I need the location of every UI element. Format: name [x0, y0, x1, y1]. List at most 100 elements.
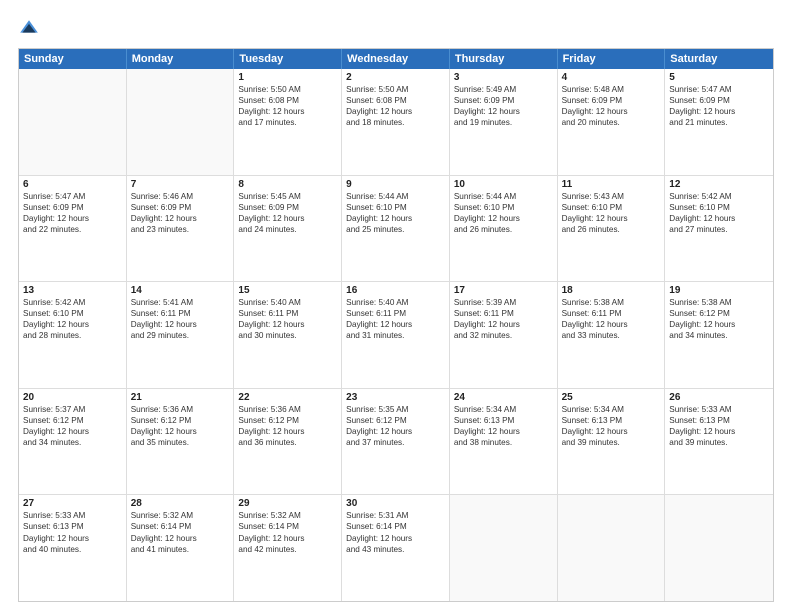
cell-line: Sunset: 6:10 PM	[454, 202, 553, 213]
cell-line: Sunrise: 5:50 AM	[238, 84, 337, 95]
cell-line: Daylight: 12 hours	[562, 319, 661, 330]
cell-line: Sunrise: 5:40 AM	[238, 297, 337, 308]
cell-line: and 27 minutes.	[669, 224, 769, 235]
calendar-cell: 10Sunrise: 5:44 AMSunset: 6:10 PMDayligh…	[450, 176, 558, 282]
cell-line: Sunset: 6:09 PM	[23, 202, 122, 213]
cell-line: and 35 minutes.	[131, 437, 230, 448]
calendar-week-row: 1Sunrise: 5:50 AMSunset: 6:08 PMDaylight…	[19, 69, 773, 176]
cell-line: Daylight: 12 hours	[562, 426, 661, 437]
cal-header-cell: Tuesday	[234, 49, 342, 69]
cell-line: Daylight: 12 hours	[131, 319, 230, 330]
day-number: 16	[346, 285, 445, 296]
cell-line: and 26 minutes.	[454, 224, 553, 235]
cell-line: Sunrise: 5:48 AM	[562, 84, 661, 95]
day-number: 22	[238, 392, 337, 403]
cell-line: Sunrise: 5:46 AM	[131, 191, 230, 202]
cell-line: Sunrise: 5:50 AM	[346, 84, 445, 95]
cell-line: Daylight: 12 hours	[669, 319, 769, 330]
day-number: 14	[131, 285, 230, 296]
calendar-cell: 4Sunrise: 5:48 AMSunset: 6:09 PMDaylight…	[558, 69, 666, 175]
cell-line: Daylight: 12 hours	[23, 213, 122, 224]
day-number: 30	[346, 498, 445, 509]
cell-line: Sunset: 6:12 PM	[238, 415, 337, 426]
day-number: 3	[454, 72, 553, 83]
cell-line: Sunset: 6:11 PM	[454, 308, 553, 319]
cell-line: and 18 minutes.	[346, 117, 445, 128]
cell-line: Sunset: 6:08 PM	[346, 95, 445, 106]
cell-line: Daylight: 12 hours	[238, 319, 337, 330]
calendar: SundayMondayTuesdayWednesdayThursdayFrid…	[18, 48, 774, 602]
cell-line: Daylight: 12 hours	[454, 319, 553, 330]
cell-line: Daylight: 12 hours	[238, 106, 337, 117]
cell-line: and 23 minutes.	[131, 224, 230, 235]
cell-line: Sunrise: 5:42 AM	[669, 191, 769, 202]
cell-line: and 29 minutes.	[131, 330, 230, 341]
day-number: 24	[454, 392, 553, 403]
page: SundayMondayTuesdayWednesdayThursdayFrid…	[0, 0, 792, 612]
cell-line: Sunset: 6:12 PM	[346, 415, 445, 426]
day-number: 8	[238, 179, 337, 190]
cell-line: and 25 minutes.	[346, 224, 445, 235]
cell-line: and 43 minutes.	[346, 544, 445, 555]
calendar-cell: 26Sunrise: 5:33 AMSunset: 6:13 PMDayligh…	[665, 389, 773, 495]
cell-line: Sunset: 6:10 PM	[346, 202, 445, 213]
cell-line: Sunset: 6:09 PM	[238, 202, 337, 213]
cell-line: Sunset: 6:13 PM	[23, 521, 122, 532]
day-number: 26	[669, 392, 769, 403]
cell-line: Sunrise: 5:47 AM	[669, 84, 769, 95]
cell-line: and 28 minutes.	[23, 330, 122, 341]
day-number: 6	[23, 179, 122, 190]
calendar-cell: 2Sunrise: 5:50 AMSunset: 6:08 PMDaylight…	[342, 69, 450, 175]
cell-line: Sunset: 6:09 PM	[562, 95, 661, 106]
day-number: 17	[454, 285, 553, 296]
calendar-cell: 8Sunrise: 5:45 AMSunset: 6:09 PMDaylight…	[234, 176, 342, 282]
cell-line: Sunset: 6:09 PM	[131, 202, 230, 213]
cell-line: Daylight: 12 hours	[346, 533, 445, 544]
cell-line: Sunrise: 5:34 AM	[562, 404, 661, 415]
cell-line: and 17 minutes.	[238, 117, 337, 128]
cell-line: Sunrise: 5:49 AM	[454, 84, 553, 95]
cell-line: Sunrise: 5:38 AM	[562, 297, 661, 308]
day-number: 2	[346, 72, 445, 83]
cell-line: and 22 minutes.	[23, 224, 122, 235]
cell-line: Sunset: 6:10 PM	[562, 202, 661, 213]
calendar-cell	[19, 69, 127, 175]
calendar-cell: 24Sunrise: 5:34 AMSunset: 6:13 PMDayligh…	[450, 389, 558, 495]
calendar-header-row: SundayMondayTuesdayWednesdayThursdayFrid…	[19, 49, 773, 69]
calendar-cell: 19Sunrise: 5:38 AMSunset: 6:12 PMDayligh…	[665, 282, 773, 388]
cell-line: Sunset: 6:11 PM	[346, 308, 445, 319]
cell-line: Daylight: 12 hours	[454, 426, 553, 437]
day-number: 10	[454, 179, 553, 190]
cal-header-cell: Monday	[127, 49, 235, 69]
day-number: 7	[131, 179, 230, 190]
cell-line: and 39 minutes.	[669, 437, 769, 448]
calendar-body: 1Sunrise: 5:50 AMSunset: 6:08 PMDaylight…	[19, 69, 773, 601]
cell-line: and 36 minutes.	[238, 437, 337, 448]
cell-line: Daylight: 12 hours	[238, 533, 337, 544]
cell-line: and 20 minutes.	[562, 117, 661, 128]
cell-line: Daylight: 12 hours	[131, 533, 230, 544]
day-number: 25	[562, 392, 661, 403]
cell-line: Sunrise: 5:36 AM	[238, 404, 337, 415]
calendar-cell: 27Sunrise: 5:33 AMSunset: 6:13 PMDayligh…	[19, 495, 127, 601]
cal-header-cell: Saturday	[665, 49, 773, 69]
cell-line: and 40 minutes.	[23, 544, 122, 555]
day-number: 12	[669, 179, 769, 190]
cell-line: Daylight: 12 hours	[131, 426, 230, 437]
cell-line: Daylight: 12 hours	[669, 426, 769, 437]
cell-line: Sunset: 6:11 PM	[238, 308, 337, 319]
calendar-week-row: 6Sunrise: 5:47 AMSunset: 6:09 PMDaylight…	[19, 176, 773, 283]
cell-line: and 37 minutes.	[346, 437, 445, 448]
calendar-cell	[127, 69, 235, 175]
header	[18, 18, 774, 40]
cell-line: Sunset: 6:14 PM	[346, 521, 445, 532]
cell-line: Daylight: 12 hours	[23, 533, 122, 544]
calendar-cell: 20Sunrise: 5:37 AMSunset: 6:12 PMDayligh…	[19, 389, 127, 495]
calendar-cell	[450, 495, 558, 601]
calendar-cell: 28Sunrise: 5:32 AMSunset: 6:14 PMDayligh…	[127, 495, 235, 601]
cell-line: Sunset: 6:11 PM	[131, 308, 230, 319]
cell-line: Sunset: 6:11 PM	[562, 308, 661, 319]
calendar-cell	[665, 495, 773, 601]
cell-line: Sunrise: 5:41 AM	[131, 297, 230, 308]
calendar-cell: 1Sunrise: 5:50 AMSunset: 6:08 PMDaylight…	[234, 69, 342, 175]
